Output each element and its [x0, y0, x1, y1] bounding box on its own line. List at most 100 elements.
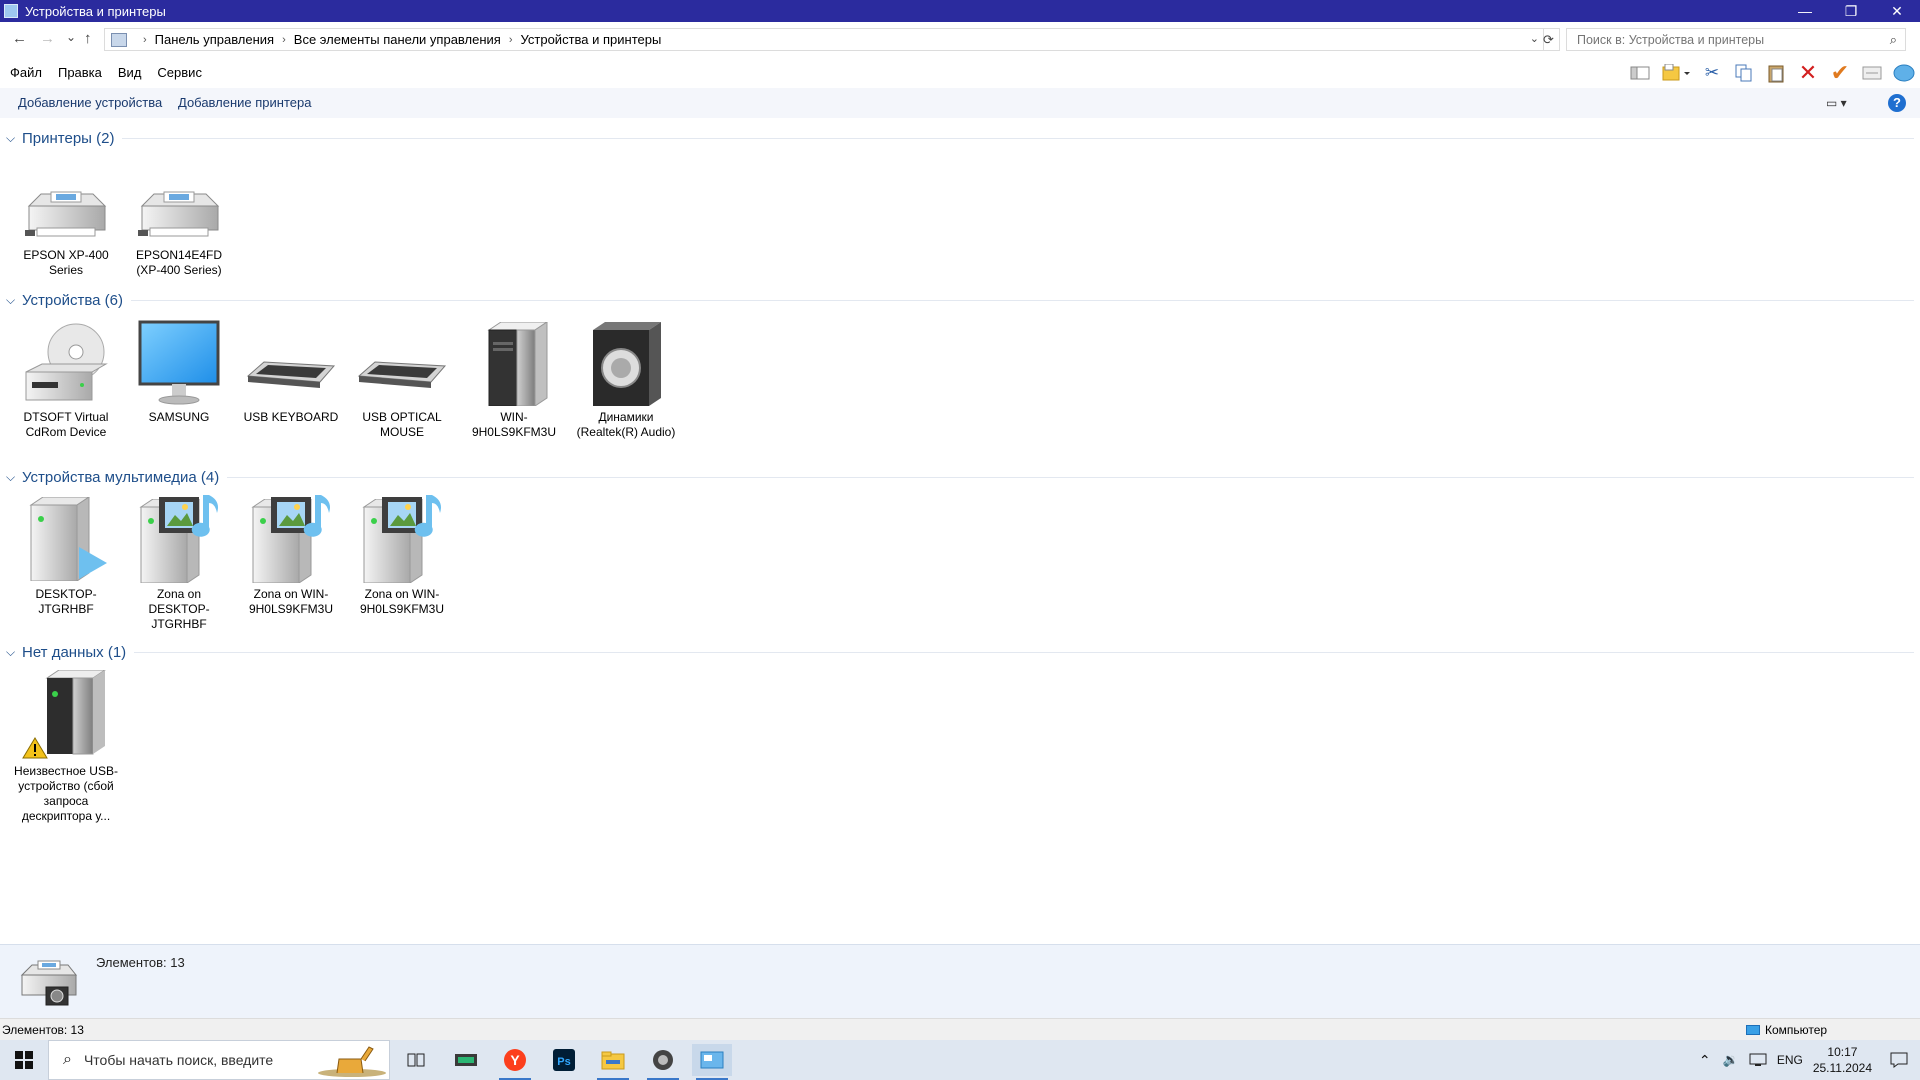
- refresh-button[interactable]: ⟳: [1538, 28, 1560, 51]
- group-title: Устройства мультимедиа (4): [22, 468, 220, 486]
- group-divider: [134, 651, 1914, 653]
- new-folder-icon[interactable]: [1656, 60, 1696, 86]
- chevron-down-icon[interactable]: ⌵: [6, 131, 20, 146]
- taskbar: ⌕ Чтобы начать поиск, введите Y Ps ⌃ 🔉 E…: [0, 1040, 1920, 1080]
- device-item[interactable]: Zona on DESKTOP-JTGRHBF: [125, 493, 233, 632]
- printer-icon: [23, 184, 109, 244]
- copy-icon[interactable]: [1728, 60, 1760, 86]
- breadcrumb-control-panel[interactable]: Панель управления: [155, 32, 274, 47]
- start-button[interactable]: [0, 1040, 48, 1080]
- device-item[interactable]: WIN-9H0LS9KFM3U: [460, 316, 568, 440]
- group-no-data[interactable]: ⌵ Нет данных (1): [6, 642, 1914, 662]
- device-item[interactable]: Zona on WIN-9H0LS9KFM3U: [348, 493, 456, 617]
- clock-date: 25.11.2024: [1812, 1061, 1872, 1075]
- recent-locations-button[interactable]: ⌄: [66, 30, 76, 44]
- device-label: Zona on WIN-9H0LS9KFM3U: [359, 587, 445, 616]
- device-label: EPSON14E4FD (XP-400 Series): [135, 248, 223, 277]
- menu-tools[interactable]: Сервис: [157, 65, 202, 80]
- minimize-button[interactable]: —: [1782, 0, 1828, 22]
- menu-view[interactable]: Вид: [118, 65, 142, 80]
- svg-text:Y: Y: [510, 1052, 520, 1068]
- chevron-right-icon[interactable]: ›: [509, 34, 513, 46]
- photoshop-icon[interactable]: Ps: [544, 1044, 584, 1076]
- window-title: Устройства и принтеры: [25, 3, 166, 19]
- menu-edit[interactable]: Правка: [58, 65, 102, 80]
- device-item[interactable]: SAMSUNG: [125, 316, 233, 425]
- device-item[interactable]: EPSON14E4FD (XP-400 Series): [125, 154, 233, 278]
- chevron-down-icon[interactable]: ⌵: [6, 293, 20, 308]
- device-item[interactable]: DESKTOP-JTGRHBF: [12, 493, 120, 617]
- svg-text:Ps: Ps: [557, 1056, 570, 1068]
- breadcrumb-devices[interactable]: Устройства и принтеры: [521, 32, 662, 47]
- chevron-down-icon[interactable]: ⌵: [6, 470, 20, 485]
- globe-icon[interactable]: [1888, 60, 1920, 86]
- device-label: EPSON XP-400 Series: [23, 248, 109, 277]
- chevron-right-icon[interactable]: ›: [143, 34, 147, 46]
- camera-printer-icon: [20, 960, 78, 1006]
- language-indicator[interactable]: ENG: [1777, 1053, 1803, 1067]
- app-icon[interactable]: [643, 1044, 683, 1080]
- delete-icon[interactable]: ✕: [1792, 60, 1824, 86]
- item-count: Элементов: 13: [96, 955, 185, 970]
- menu-file[interactable]: Файл: [10, 65, 42, 80]
- cut-icon[interactable]: ✂: [1696, 60, 1728, 86]
- show-hidden-icons-icon[interactable]: ⌃: [1699, 1052, 1711, 1069]
- computer-icon: [1746, 1025, 1760, 1035]
- group-divider: [227, 476, 1914, 478]
- printer-icon: [136, 184, 222, 244]
- check-icon[interactable]: ✔: [1824, 60, 1856, 86]
- forward-button[interactable]: →: [40, 30, 55, 47]
- add-printer-button[interactable]: Добавление принтера: [178, 95, 311, 110]
- keyboard-app-icon[interactable]: [446, 1044, 486, 1076]
- details-pane: Элементов: 13: [0, 944, 1920, 1019]
- notifications-icon[interactable]: [1890, 1052, 1908, 1068]
- group-printers[interactable]: ⌵ Принтеры (2): [6, 128, 1914, 148]
- group-title: Принтеры (2): [22, 129, 115, 147]
- properties-icon[interactable]: [1856, 60, 1888, 86]
- device-item[interactable]: EPSON XP-400 Series: [12, 154, 120, 278]
- paste-icon[interactable]: [1760, 60, 1792, 86]
- status-location-label: Компьютер: [1765, 1023, 1828, 1037]
- change-view-button[interactable]: ▭ ▾: [1826, 96, 1847, 110]
- address-field[interactable]: › Панель управления › Все элементы панел…: [104, 28, 1544, 51]
- pane-icon[interactable]: [1624, 60, 1656, 86]
- network-icon[interactable]: [1749, 1053, 1767, 1067]
- device-item[interactable]: USB KEYBOARD: [237, 316, 345, 425]
- group-title: Устройства (6): [22, 291, 123, 309]
- devices-app-icon: [4, 4, 18, 18]
- search-input[interactable]: [1575, 31, 1879, 48]
- file-explorer-icon[interactable]: [593, 1044, 633, 1080]
- yandex-browser-icon[interactable]: Y: [495, 1044, 535, 1080]
- volume-icon[interactable]: 🔉: [1723, 1052, 1739, 1068]
- close-button[interactable]: ✕: [1874, 0, 1920, 22]
- maximize-button[interactable]: ❐: [1828, 0, 1874, 22]
- device-item[interactable]: Динамики (Realtek(R) Audio): [572, 316, 680, 440]
- group-multimedia[interactable]: ⌵ Устройства мультимедиа (4): [6, 467, 1914, 487]
- task-view-icon[interactable]: [396, 1044, 436, 1076]
- help-button[interactable]: ?: [1888, 94, 1906, 112]
- back-button[interactable]: ←: [12, 30, 27, 47]
- keyboard-icon: [357, 361, 447, 388]
- status-bar: Элементов: 13 Компьютер: [0, 1018, 1920, 1041]
- add-device-button[interactable]: Добавление устройства: [18, 95, 162, 110]
- taskbar-search[interactable]: ⌕ Чтобы начать поиск, введите: [48, 1040, 390, 1080]
- windows-icon: [15, 1051, 33, 1069]
- chevron-down-icon[interactable]: ⌵: [6, 645, 20, 660]
- device-label: DESKTOP-JTGRHBF: [35, 587, 97, 616]
- device-label: Неизвестное USB-устройство (сбой запроса…: [14, 764, 118, 823]
- status-location: Компьютер: [1746, 1023, 1827, 1037]
- group-devices[interactable]: ⌵ Устройства (6): [6, 290, 1914, 310]
- breadcrumb-all-items[interactable]: Все элементы панели управления: [294, 32, 501, 47]
- device-item[interactable]: DTSOFT Virtual CdRom Device: [12, 316, 120, 440]
- up-button[interactable]: ↑: [84, 30, 92, 47]
- chevron-right-icon[interactable]: ›: [282, 34, 286, 46]
- device-item[interactable]: Неизвестное USB-устройство (сбой запроса…: [12, 670, 120, 824]
- media-music-icon: [252, 495, 330, 583]
- device-item[interactable]: USB OPTICAL MOUSE: [348, 316, 456, 440]
- search-box[interactable]: ⌕: [1566, 28, 1906, 51]
- clock[interactable]: 10:17 25.11.2024: [1813, 1044, 1872, 1076]
- device-item[interactable]: Zona on WIN-9H0LS9KFM3U: [237, 493, 345, 617]
- devices-window-icon[interactable]: [692, 1044, 732, 1080]
- device-list: ⌵ Принтеры (2) EPSON XP-400 Series EPSON…: [0, 118, 1920, 944]
- giraffe-icon: [318, 1046, 386, 1077]
